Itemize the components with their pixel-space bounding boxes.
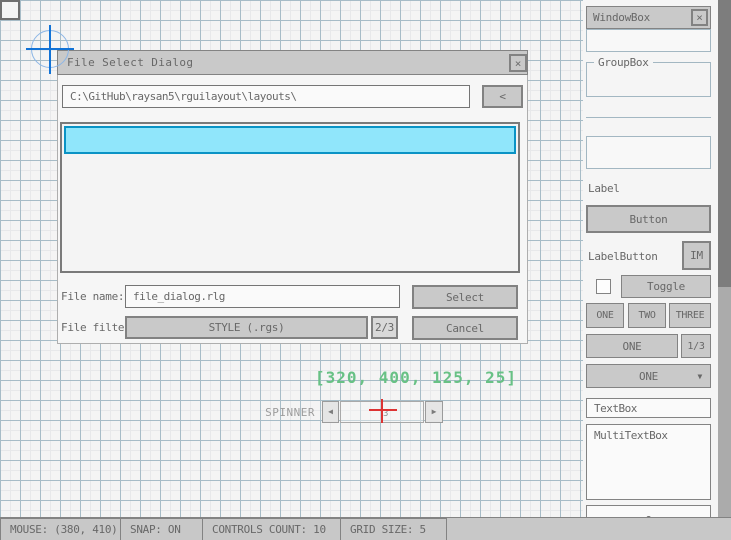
spinner-increment-button[interactable]: ▶ bbox=[425, 401, 443, 423]
palette-button[interactable]: Button bbox=[586, 205, 711, 233]
palette-labelbutton[interactable]: LabelButton bbox=[588, 250, 658, 263]
palette-combobox-counter[interactable]: 1/3 bbox=[681, 334, 711, 358]
mouse-crosshair-horizontal bbox=[369, 409, 397, 411]
spin-right-icon: ▶ bbox=[432, 408, 437, 416]
path-value: C:\GitHub\raysan5\rguilayout\layouts\ bbox=[70, 90, 297, 103]
cancel-button-label: Cancel bbox=[446, 322, 484, 335]
file-select-dialog[interactable]: File Select Dialog × C:\GitHub\raysan5\r… bbox=[57, 50, 528, 344]
spinner-value: 3 bbox=[383, 410, 388, 419]
select-button-label: Select bbox=[446, 291, 484, 304]
palette-windowbox-close-button[interactable]: × bbox=[691, 9, 708, 26]
palette-toggle[interactable]: Toggle bbox=[621, 275, 711, 298]
rguilayout-editor: File Select Dialog × C:\GitHub\raysan5\r… bbox=[0, 0, 731, 540]
palette-dropdown-value: ONE bbox=[639, 370, 658, 383]
mouse-crosshair-vertical bbox=[381, 399, 383, 423]
close-icon: × bbox=[696, 11, 703, 24]
filter-combobox[interactable]: STYLE (.rgs) bbox=[125, 316, 368, 339]
spin-left-icon: ◀ bbox=[328, 408, 333, 416]
palette-multitextbox-text: MultiTextBox bbox=[594, 429, 667, 442]
anchor-cross-vertical bbox=[49, 25, 51, 74]
status-grid-size: GRID SIZE: 5 bbox=[340, 518, 447, 540]
palette-windowbox-title: WindowBox bbox=[587, 11, 650, 24]
palette-combobox-counter-label: 1/3 bbox=[687, 341, 704, 352]
select-button[interactable]: Select bbox=[412, 285, 518, 309]
file-listview[interactable] bbox=[60, 122, 520, 273]
status-bar: MOUSE: (380, 410) SNAP: ON CONTROLS COUN… bbox=[0, 517, 731, 540]
status-snap: SNAP: ON bbox=[120, 518, 203, 540]
palette-dropdownbox[interactable]: ONE ▼ bbox=[586, 364, 711, 388]
palette-windowbox-body[interactable] bbox=[586, 29, 711, 52]
status-controls-count: CONTROLS COUNT: 10 bbox=[202, 518, 341, 540]
palette-panel[interactable] bbox=[586, 136, 711, 169]
togglegroup-one-label: ONE bbox=[596, 310, 613, 321]
palette-line[interactable] bbox=[586, 117, 711, 118]
palette-button-label: Button bbox=[630, 213, 668, 226]
dialog-close-button[interactable]: × bbox=[509, 54, 527, 72]
dialog-titlebar[interactable]: File Select Dialog bbox=[57, 50, 528, 75]
palette-toggle-label: Toggle bbox=[647, 280, 685, 293]
palette-togglegroup-three[interactable]: THREE bbox=[669, 303, 711, 328]
palette-textbox-text: TextBox bbox=[594, 402, 637, 415]
filter-counter-button[interactable]: 2/3 bbox=[371, 316, 398, 339]
origin-marker bbox=[0, 0, 20, 20]
listview-selected-item[interactable] bbox=[64, 126, 516, 154]
palette-combobox-value: ONE bbox=[623, 340, 642, 353]
palette-scrollbar-thumb[interactable] bbox=[718, 0, 731, 287]
palette-groupbox[interactable]: GroupBox bbox=[586, 62, 711, 97]
spinner-label: SPINNER bbox=[245, 406, 315, 419]
file-name-value: file_dialog.rlg bbox=[133, 290, 225, 303]
dialog-title: File Select Dialog bbox=[58, 56, 193, 69]
togglegroup-two-label: TWO bbox=[638, 310, 655, 321]
palette-label[interactable]: Label bbox=[588, 182, 620, 195]
file-name-textbox[interactable]: file_dialog.rlg bbox=[125, 285, 400, 308]
back-button[interactable]: < bbox=[482, 85, 523, 108]
spinner-decrement-button[interactable]: ◀ bbox=[322, 401, 339, 423]
close-icon: × bbox=[515, 57, 522, 70]
palette-imagebutton[interactable]: IM bbox=[682, 241, 711, 270]
controls-palette: WindowBox × GroupBox Label Button LabelB… bbox=[583, 0, 718, 517]
palette-textbox[interactable]: TextBox bbox=[586, 398, 711, 418]
palette-checkbox[interactable] bbox=[596, 279, 611, 294]
status-mouse: MOUSE: (380, 410) bbox=[0, 518, 121, 540]
chevron-down-icon: ▼ bbox=[697, 373, 702, 381]
filter-counter: 2/3 bbox=[375, 321, 394, 334]
togglegroup-three-label: THREE bbox=[676, 310, 705, 321]
palette-scrollbar-track[interactable] bbox=[718, 0, 731, 517]
palette-multitextbox[interactable]: MultiTextBox bbox=[586, 424, 711, 500]
filter-value: STYLE (.rgs) bbox=[209, 321, 285, 334]
palette-togglegroup-one[interactable]: ONE bbox=[586, 303, 624, 328]
palette-combobox[interactable]: ONE bbox=[586, 334, 678, 358]
palette-togglegroup-two[interactable]: TWO bbox=[628, 303, 666, 328]
file-name-label: File name: bbox=[61, 290, 124, 303]
palette-imagebutton-label: IM bbox=[690, 249, 703, 262]
path-textbox[interactable]: C:\GitHub\raysan5\rguilayout\layouts\ bbox=[62, 85, 470, 108]
cancel-button[interactable]: Cancel bbox=[412, 316, 518, 340]
back-button-label: < bbox=[499, 90, 505, 103]
selection-rect-text: [320, 400, 125, 25] bbox=[315, 368, 517, 387]
palette-groupbox-label: GroupBox bbox=[594, 56, 653, 69]
palette-valuebox[interactable]: 9 bbox=[586, 505, 711, 517]
